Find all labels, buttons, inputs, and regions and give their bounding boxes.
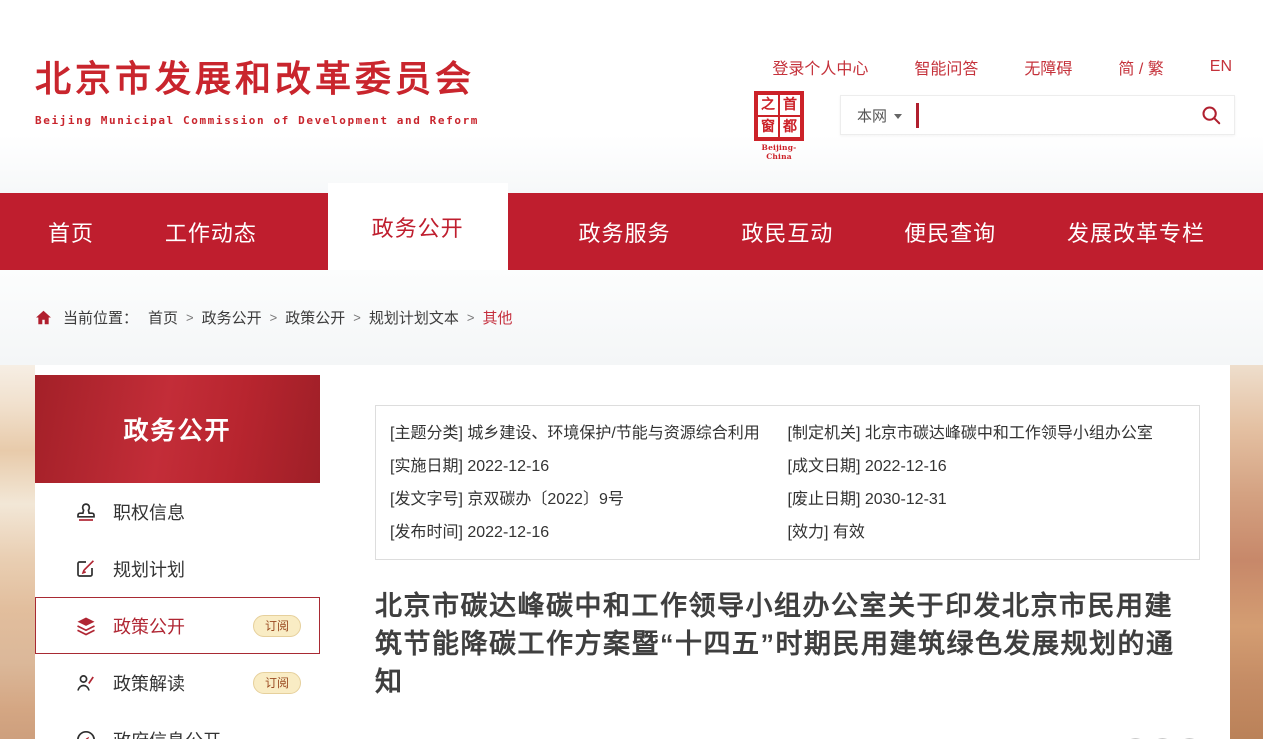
- smart-qa-link[interactable]: 智能问答: [914, 55, 978, 79]
- accessibility-link[interactable]: 无障碍: [1024, 55, 1072, 79]
- site-title: 北京市发展和改革委员会: [35, 50, 479, 102]
- breadcrumb-other[interactable]: 其他: [482, 307, 512, 328]
- sidebar-item-government-info-disclosure[interactable]: 政府信息公开: [35, 711, 320, 739]
- meta-repeal-date: [废止日期] 2030-12-31: [788, 489, 1186, 511]
- meta-label: [主题分类]: [390, 425, 463, 442]
- meta-written-date: [成文日期] 2022-12-16: [788, 456, 1186, 478]
- sidebar: 政务公开 职权信息 规划计划: [35, 375, 320, 739]
- sidebar-title: 政务公开: [35, 375, 320, 483]
- nav-item-government-affairs[interactable]: 政务公开: [328, 183, 508, 270]
- meta-label: [发布时间]: [390, 524, 463, 541]
- person-interpret-icon: [74, 671, 98, 695]
- subscribe-badge[interactable]: 订阅: [253, 615, 301, 637]
- meta-implementation-date: [实施日期] 2022-12-16: [390, 456, 788, 478]
- search-button[interactable]: [1196, 100, 1226, 130]
- content-area: 政务公开 职权信息 规划计划: [0, 365, 1263, 739]
- nav-item-work-news[interactable]: 工作动态: [165, 216, 257, 248]
- sidebar-item-label: 规划计划: [113, 556, 185, 582]
- subscribe-badge[interactable]: 订阅: [253, 672, 301, 694]
- meta-value: 2022-12-16: [865, 458, 947, 475]
- breadcrumb-separator: >: [353, 310, 361, 325]
- simplified-traditional-link[interactable]: 简 / 繁: [1118, 55, 1163, 79]
- layers-icon: [74, 614, 98, 638]
- compass-icon: [74, 728, 98, 739]
- site-logo[interactable]: 北京市发展和改革委员会 Beijing Municipal Commission…: [35, 50, 479, 127]
- sidebar-item-planning[interactable]: 规划计划: [35, 540, 320, 597]
- meta-value: 城乡建设、环境保护/节能与资源综合利用: [467, 425, 759, 442]
- search-icon: [1200, 104, 1222, 126]
- sidebar-item-label: 政策解读: [113, 670, 185, 696]
- sidebar-item-label: 政策公开: [113, 613, 185, 639]
- sidebar-item-label: 职权信息: [113, 499, 185, 525]
- site-search: 本网: [840, 95, 1235, 135]
- main-navigation: 首页 工作动态 政务公开 政务服务 政民互动 便民查询 发展改革专栏: [0, 193, 1263, 270]
- seal-char: 都: [779, 116, 801, 138]
- meta-topic-category: [主题分类] 城乡建设、环境保护/节能与资源综合利用: [390, 423, 788, 445]
- sidebar-item-label: 政府信息公开: [113, 727, 221, 739]
- nav-item-home[interactable]: 首页: [48, 216, 94, 248]
- breadcrumb-planning-texts[interactable]: 规划计划文本: [369, 307, 459, 328]
- breadcrumb-band: 当前位置： 首页 > 政务公开 > 政策公开 > 规划计划文本 > 其他: [0, 270, 1263, 365]
- stamp-icon: [74, 500, 98, 524]
- page-title: 北京市碳达峰碳中和工作领导小组办公室关于印发北京市民用建筑节能降碳工作方案暨“十…: [375, 587, 1197, 701]
- search-scope-dropdown[interactable]: 本网: [857, 105, 902, 126]
- meta-label: [废止日期]: [788, 491, 861, 508]
- meta-label: [成文日期]: [788, 458, 861, 475]
- meta-label: [发文字号]: [390, 491, 463, 508]
- capital-window-caption: Beijing-China: [752, 143, 806, 161]
- nav-item-development-reform-column[interactable]: 发展改革专栏: [1067, 216, 1205, 248]
- login-personal-center-link[interactable]: 登录个人中心: [772, 55, 868, 79]
- meta-value: 2022-12-16: [467, 458, 549, 475]
- capital-window-logo[interactable]: 之 首 窗 都 Beijing-China: [752, 91, 806, 161]
- chevron-down-icon: [894, 114, 902, 119]
- sidebar-item-policy-interpretation[interactable]: 政策解读 订阅: [35, 654, 320, 711]
- home-icon: [35, 309, 52, 326]
- plan-edit-icon: [74, 557, 98, 581]
- meta-label: [制定机关]: [788, 425, 861, 442]
- breadcrumb-separator: >: [186, 310, 194, 325]
- site-header: 北京市发展和改革委员会 Beijing Municipal Commission…: [0, 0, 1263, 193]
- breadcrumb-prefix: 当前位置：: [63, 307, 138, 328]
- breadcrumb-home[interactable]: 首页: [148, 307, 178, 328]
- nav-item-public-interaction[interactable]: 政民互动: [741, 216, 833, 248]
- meta-value: 2022-12-16: [467, 524, 549, 541]
- meta-label: [实施日期]: [390, 458, 463, 475]
- meta-document-number: [发文字号] 京双碳办〔2022〕9号: [390, 489, 788, 511]
- search-input[interactable]: [919, 96, 1196, 134]
- meta-value: 北京市碳达峰碳中和工作领导小组办公室: [865, 425, 1153, 442]
- breadcrumb-separator: >: [467, 310, 475, 325]
- nav-item-convenient-inquiry[interactable]: 便民查询: [904, 216, 996, 248]
- sidebar-menu: 职权信息 规划计划 政策公开 订阅: [35, 483, 320, 739]
- capital-window-seal: 之 首 窗 都: [754, 91, 804, 141]
- sidebar-item-authority-info[interactable]: 职权信息: [35, 483, 320, 540]
- meta-publish-time: [发布时间] 2022-12-16: [390, 522, 788, 544]
- seal-char: 之: [757, 94, 779, 116]
- seal-char: 窗: [757, 116, 779, 138]
- meta-label: [效力]: [788, 524, 829, 541]
- header-utility-links: 登录个人中心 智能问答 无障碍 简 / 繁 EN: [726, 55, 1232, 79]
- page: 北京市发展和改革委员会 Beijing Municipal Commission…: [0, 0, 1263, 739]
- sidebar-item-policy-disclosure[interactable]: 政策公开 订阅: [35, 597, 320, 654]
- document-meta-box: [主题分类] 城乡建设、环境保护/节能与资源综合利用 [制定机关] 北京市碳达峰…: [375, 405, 1200, 560]
- meta-value: 有效: [833, 524, 865, 541]
- breadcrumb-policy-disclosure[interactable]: 政策公开: [285, 307, 345, 328]
- breadcrumb-government-affairs[interactable]: 政务公开: [202, 307, 262, 328]
- meta-value: 京双碳办〔2022〕9号: [467, 491, 624, 508]
- meta-issuing-agency: [制定机关] 北京市碳达峰碳中和工作领导小组办公室: [788, 423, 1186, 445]
- meta-value: 2030-12-31: [865, 491, 947, 508]
- search-scope-label: 本网: [857, 105, 887, 126]
- site-subtitle: Beijing Municipal Commission of Developm…: [35, 114, 479, 127]
- english-link[interactable]: EN: [1210, 58, 1232, 76]
- meta-validity: [效力] 有效: [788, 522, 1186, 544]
- document-panel: [主题分类] 城乡建设、环境保护/节能与资源综合利用 [制定机关] 北京市碳达峰…: [345, 405, 1230, 739]
- breadcrumb: 当前位置： 首页 > 政务公开 > 政策公开 > 规划计划文本 > 其他: [35, 307, 512, 328]
- seal-char: 首: [779, 94, 801, 116]
- breadcrumb-separator: >: [270, 310, 278, 325]
- nav-item-government-services[interactable]: 政务服务: [578, 216, 670, 248]
